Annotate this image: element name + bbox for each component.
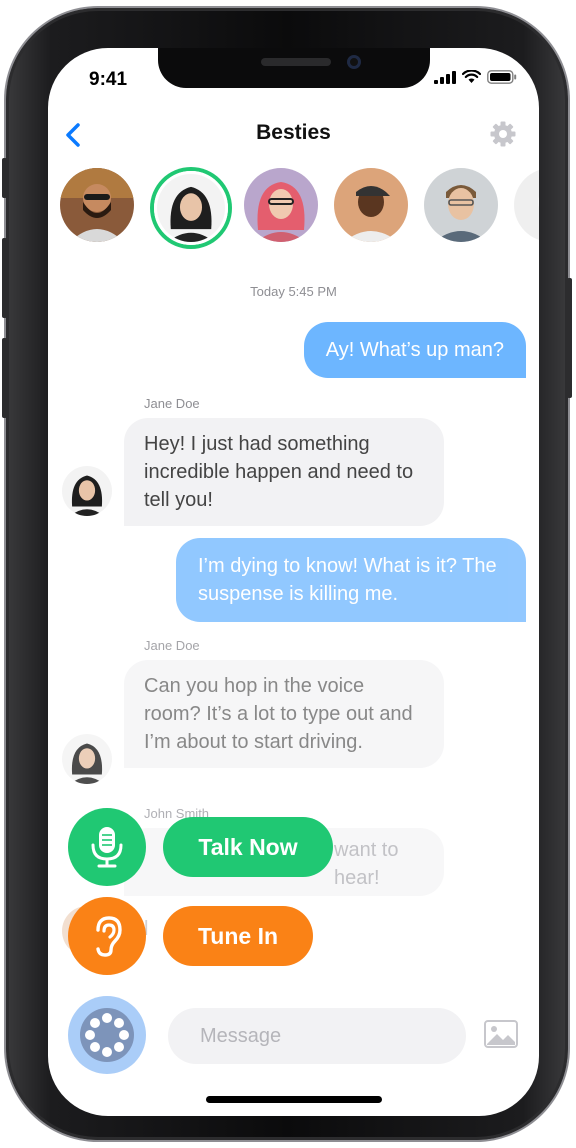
volume-up-button bbox=[2, 238, 7, 318]
phone-frame: 9:41 Besties Today 5:45 PM Ay! What’s up… bbox=[2, 8, 572, 1140]
camera-icon bbox=[347, 55, 361, 69]
avatar-active[interactable] bbox=[154, 171, 228, 245]
mute-switch bbox=[2, 158, 7, 198]
members-avatar-row bbox=[60, 168, 539, 245]
speaker-grille bbox=[261, 58, 331, 66]
talk-now-mic-button[interactable] bbox=[68, 808, 146, 886]
volume-down-button bbox=[2, 338, 7, 418]
message-bubble-received: Hey! I just had something incredible hap… bbox=[124, 418, 444, 526]
sender-avatar bbox=[62, 466, 112, 516]
voice-dots-icon bbox=[80, 1008, 134, 1062]
microphone-icon bbox=[91, 827, 123, 868]
status-icons bbox=[434, 70, 517, 84]
battery-icon bbox=[487, 70, 517, 84]
message-bubble-sent: I’m dying to know! What is it? The suspe… bbox=[176, 538, 526, 622]
ear-icon bbox=[96, 916, 122, 957]
avatar[interactable] bbox=[244, 168, 318, 242]
message-bubble-sent: Ay! What’s up man? bbox=[303, 322, 526, 378]
avatar[interactable] bbox=[514, 168, 539, 242]
sender-name: Jane Doe bbox=[144, 638, 200, 653]
sender-name: Jane Doe bbox=[144, 396, 200, 411]
notch bbox=[158, 48, 430, 88]
tune-in-ear-button[interactable] bbox=[68, 897, 146, 975]
chat-header: Besties bbox=[48, 118, 539, 152]
voice-room-button[interactable] bbox=[68, 996, 146, 1074]
talk-now-button[interactable]: Talk Now bbox=[163, 817, 333, 877]
message-text-partial: want to hear! bbox=[334, 839, 399, 889]
message-bubble-received: Can you hop in the voice room? It’s a lo… bbox=[124, 660, 444, 768]
gear-icon[interactable] bbox=[489, 120, 517, 148]
avatar[interactable] bbox=[60, 168, 134, 242]
avatar[interactable] bbox=[334, 168, 408, 242]
image-icon[interactable] bbox=[484, 1020, 518, 1048]
chat-timestamp: Today 5:45 PM bbox=[250, 284, 337, 299]
sender-avatar bbox=[62, 734, 112, 784]
chat-title: Besties bbox=[256, 121, 331, 144]
signal-icon bbox=[434, 70, 456, 84]
wifi-icon bbox=[462, 70, 481, 83]
status-time: 9:41 bbox=[89, 69, 128, 90]
screen: 9:41 Besties Today 5:45 PM Ay! What’s up… bbox=[48, 48, 539, 1116]
tune-in-button[interactable]: Tune In bbox=[163, 906, 313, 966]
power-button bbox=[567, 278, 572, 398]
home-indicator[interactable] bbox=[206, 1096, 382, 1103]
message-input[interactable]: Message bbox=[168, 1008, 466, 1064]
avatar[interactable] bbox=[424, 168, 498, 242]
